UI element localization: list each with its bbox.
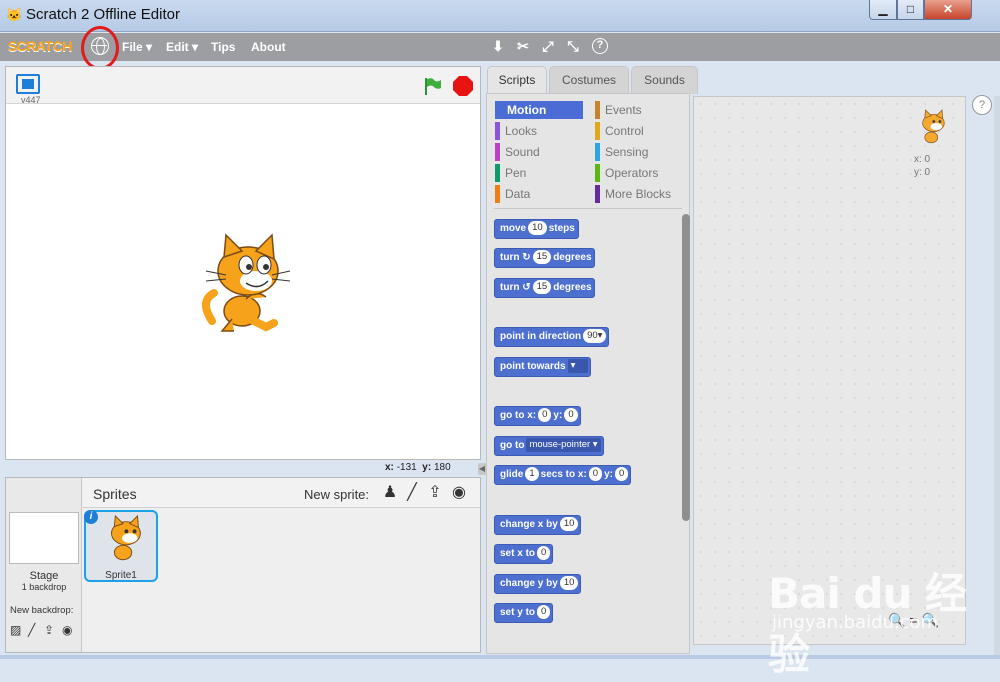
- category-more-blocks[interactable]: More Blocks: [595, 185, 683, 203]
- category-motion[interactable]: Motion: [495, 101, 583, 119]
- y-label: y:: [422, 462, 432, 473]
- turn-right-icon: ↻: [522, 252, 531, 263]
- green-flag-icon[interactable]: [422, 76, 442, 96]
- zoom-controls[interactable]: 🔍=🔍: [888, 612, 943, 629]
- sprite-panel: Stage 1 backdrop New backdrop: ▨ ╱ ⇪ ◉ S…: [5, 477, 481, 653]
- upload-sprite-icon[interactable]: ⇪: [425, 483, 445, 503]
- category-events[interactable]: Events: [595, 101, 683, 119]
- paint-sprite-icon[interactable]: ╱: [402, 483, 422, 503]
- block-go-to-xy[interactable]: go to x: 0 y: 0: [494, 406, 581, 426]
- scripts-area[interactable]: x: 0 y: 0: [693, 96, 966, 645]
- block-point-direction[interactable]: point in direction 90▾: [494, 327, 610, 347]
- block-point-towards[interactable]: point towards ▾: [494, 357, 592, 377]
- duplicate-icon[interactable]: ⬇: [490, 38, 506, 54]
- cut-icon[interactable]: ✂: [515, 38, 531, 54]
- upload-icon[interactable]: ⇪: [44, 623, 54, 637]
- block-go-to[interactable]: go to mouse-pointer ▾: [494, 436, 605, 456]
- annotation-circle: [81, 26, 119, 70]
- category-sound[interactable]: Sound: [495, 143, 583, 161]
- minimize-button[interactable]: ▁: [869, 0, 897, 20]
- grow-icon[interactable]: ⤢: [540, 38, 556, 54]
- backdrop-count: 1 backdrop: [21, 582, 67, 592]
- block-glide[interactable]: glide 1 secs to x: 0 y: 0: [494, 465, 632, 485]
- category-looks[interactable]: Looks: [495, 122, 583, 140]
- stage-label: Stage: [29, 570, 59, 582]
- stage-panel: v447: [5, 66, 481, 460]
- scratch-logo[interactable]: SCRATCH: [8, 38, 72, 54]
- tab-costumes[interactable]: Costumes: [549, 66, 629, 94]
- stage-column: Stage 1 backdrop New backdrop: ▨ ╱ ⇪ ◉: [6, 478, 82, 652]
- tab-scripts[interactable]: Scripts: [487, 66, 547, 94]
- mouse-coordinates: x: -131 y: 180: [385, 462, 451, 473]
- category-pen[interactable]: Pen: [495, 164, 583, 182]
- stage-header: v447: [6, 67, 480, 105]
- info-icon[interactable]: i: [84, 510, 98, 524]
- help-icon[interactable]: ?: [592, 38, 608, 54]
- sprite-x: x: 0: [914, 154, 931, 165]
- shrink-icon[interactable]: ⤡: [565, 38, 581, 54]
- scratch-cat-icon: 🐱: [6, 7, 23, 22]
- close-button[interactable]: ✕: [924, 0, 972, 20]
- x-value: -131: [396, 462, 417, 473]
- block-turn-right[interactable]: turn ↻ 15 degrees: [494, 248, 596, 268]
- window-scrollbar[interactable]: [994, 96, 1000, 656]
- category-operators[interactable]: Operators: [595, 164, 683, 182]
- new-sprite-label: New sprite:: [304, 487, 370, 502]
- sprite-y: y: 0: [914, 167, 931, 178]
- collapse-arrow-icon[interactable]: ◀: [478, 463, 486, 475]
- brush-icon[interactable]: ╱: [28, 623, 35, 637]
- window-titlebar: 🐱 Scratch 2 Offline Editor ▁ □ ✕: [0, 0, 1000, 32]
- stop-sign-icon[interactable]: [453, 76, 473, 96]
- palette-scrollbar[interactable]: [682, 214, 690, 521]
- block-set-x[interactable]: set x to 0: [494, 544, 554, 564]
- sprite-cat[interactable]: [194, 231, 294, 339]
- block-set-y[interactable]: set y to 0: [494, 603, 554, 623]
- sprite1-label: Sprite1: [105, 570, 137, 581]
- block-change-x[interactable]: change x by 10: [494, 515, 582, 535]
- window-title: Scratch 2 Offline Editor: [26, 6, 180, 23]
- maximize-button[interactable]: □: [897, 0, 924, 20]
- new-backdrop-label: New backdrop:: [10, 605, 74, 616]
- category-data[interactable]: Data: [495, 185, 583, 203]
- menu-edit[interactable]: Edit ▾: [166, 40, 198, 54]
- sprite-position: x: 0 y: 0: [914, 153, 930, 179]
- help-icon[interactable]: ?: [972, 95, 992, 115]
- y-value: 180: [433, 462, 451, 473]
- camera-icon[interactable]: ◉: [62, 623, 72, 637]
- sprites-header: Sprites New sprite: ♟ ╱ ⇪ ◉: [83, 478, 480, 508]
- block-change-y[interactable]: change y by 10: [494, 574, 582, 594]
- version-label: v447: [21, 95, 41, 105]
- category-sensing[interactable]: Sensing: [595, 143, 683, 161]
- menu-file[interactable]: File ▾: [122, 40, 152, 54]
- stage-thumbnail[interactable]: [9, 512, 79, 564]
- block-turn-left[interactable]: turn ↺ 15 degrees: [494, 278, 596, 298]
- x-label: x:: [385, 462, 394, 473]
- block-move-steps[interactable]: move 10 steps: [494, 219, 579, 239]
- window-bottom-border: [0, 655, 1000, 659]
- turn-left-icon: ↺: [522, 282, 531, 293]
- fullscreen-icon[interactable]: [16, 74, 40, 94]
- blocks-palette: Motion Looks Sound Pen Data Events Contr…: [486, 93, 690, 654]
- sprites-title: Sprites: [93, 486, 137, 502]
- category-control[interactable]: Control: [595, 122, 683, 140]
- menu-about[interactable]: About: [251, 40, 286, 54]
- tab-sounds[interactable]: Sounds: [631, 66, 698, 94]
- sprite-library-icon[interactable]: ♟: [380, 483, 400, 503]
- camera-sprite-icon[interactable]: ◉: [449, 483, 469, 503]
- menu-tips[interactable]: Tips: [211, 40, 235, 54]
- paint-backdrop-icon[interactable]: ▨: [10, 623, 21, 637]
- menubar: SCRATCH File ▾ Edit ▾ Tips About ⬇ ✂ ⤢ ⤡…: [0, 33, 1000, 61]
- category-divider: [494, 208, 682, 209]
- sprite1-thumbnail: [111, 514, 141, 561]
- current-sprite-icon: [922, 109, 945, 144]
